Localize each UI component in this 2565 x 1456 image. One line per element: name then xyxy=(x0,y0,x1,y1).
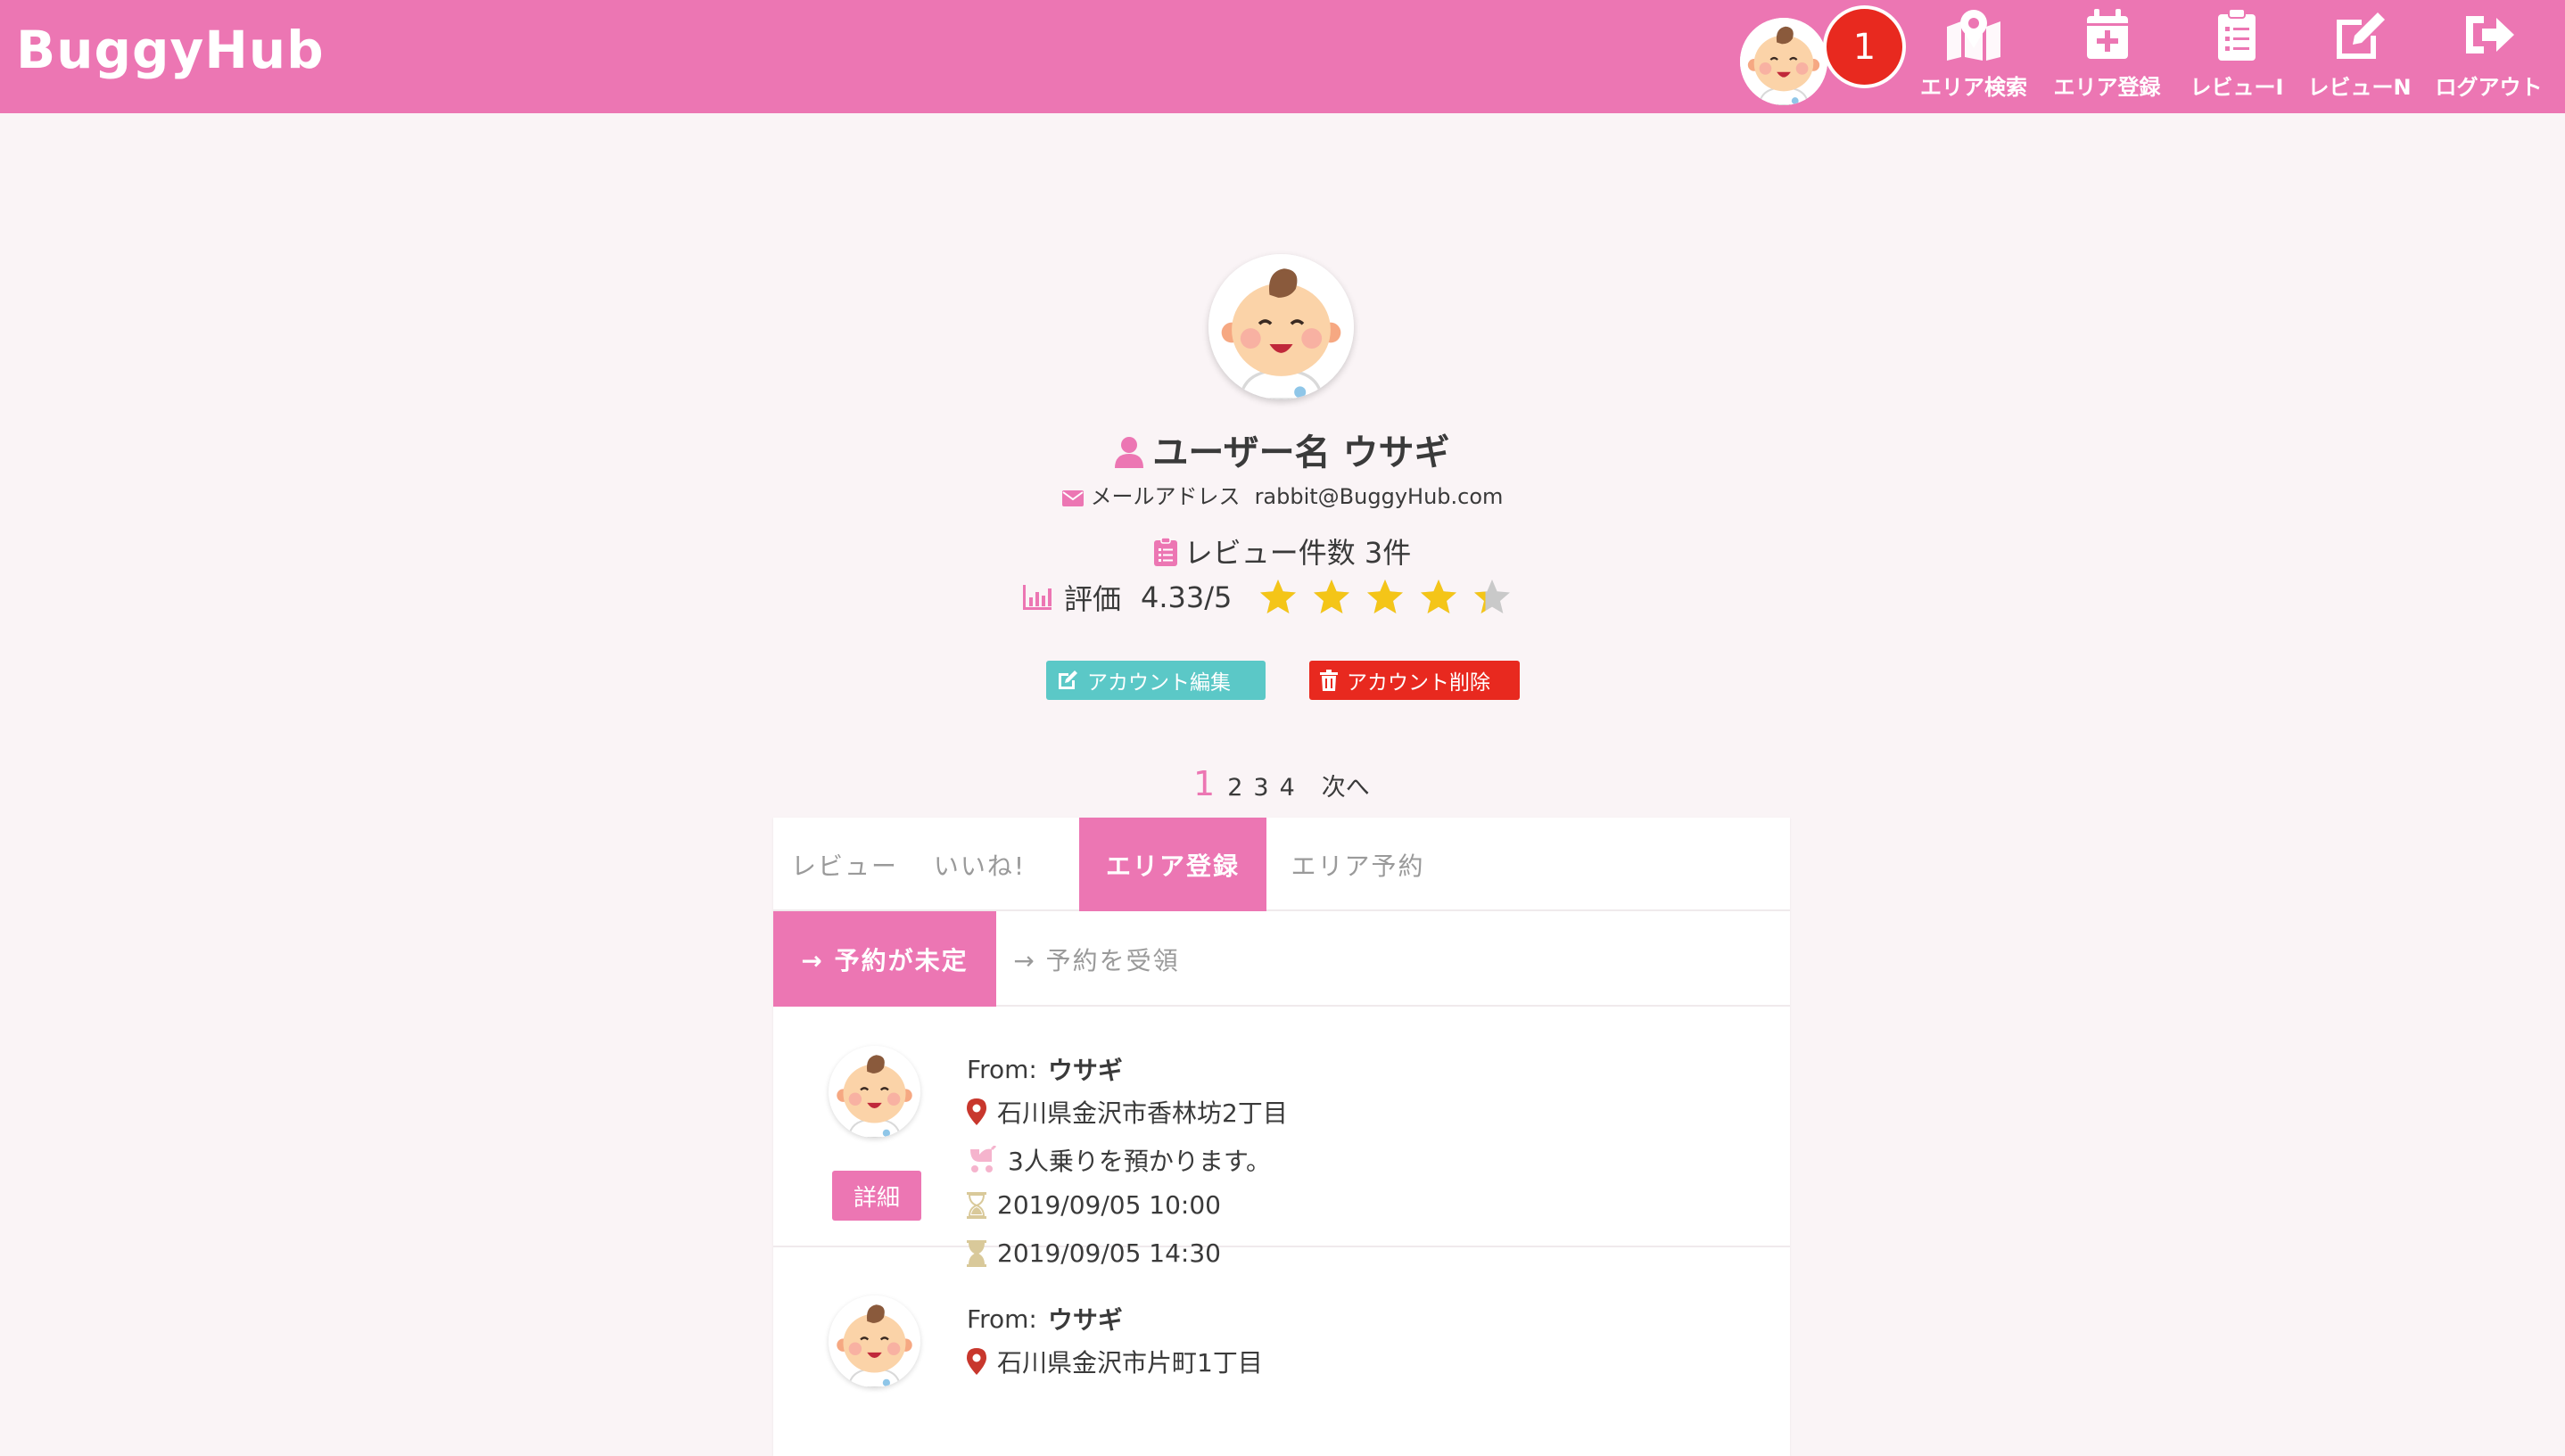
nav-label: エリア登録 xyxy=(2053,75,2161,100)
from-name: ウサギ xyxy=(1047,1056,1123,1085)
trash-icon xyxy=(1320,670,1338,691)
activity-panel: レビュー いいね! エリア登録 エリア予約 → 予約が未定 → 予約を受領 詳細… xyxy=(773,818,1790,1456)
user-name-text: ユーザー名 ウサギ xyxy=(1152,432,1450,473)
pagination: 1 2 3 4 次へ xyxy=(1193,764,1381,803)
from-name: ウサギ xyxy=(1047,1305,1123,1335)
from-line: From: ウサギ xyxy=(967,1051,1123,1087)
reservation-card: 詳細 From: ウサギ 石川県金沢市香林坊2丁目 3人乗りを預かります。 20… xyxy=(773,1007,1790,1268)
address-text: 石川県金沢市片町1丁目 xyxy=(997,1348,1263,1378)
nav-logout[interactable]: ログアウト xyxy=(2429,9,2549,107)
map-pin-icon xyxy=(967,1098,986,1125)
tab-reviews[interactable]: レビュー xyxy=(773,818,916,911)
address-text: 石川県金沢市香林坊2丁目 xyxy=(997,1098,1288,1128)
page-current[interactable]: 1 xyxy=(1193,764,1215,803)
top-navbar: BuggyHub 1 エリア検索 エリア登録 レビューI レビューN ログアウト xyxy=(0,0,2565,113)
sender-avatar xyxy=(829,1046,920,1138)
star-icon xyxy=(1260,580,1297,613)
email-row: メールアドレス rabbit@BuggyHub.com xyxy=(0,479,2565,510)
subtab-received[interactable]: → 予約を受領 xyxy=(996,911,1197,1007)
from-label: From: xyxy=(967,1304,1037,1334)
app-logo[interactable]: BuggyHub xyxy=(16,20,325,80)
bar-chart-icon xyxy=(1023,585,1052,610)
edit-account-button[interactable]: アカウント編集 xyxy=(1046,661,1266,700)
map-marker-icon xyxy=(1947,10,2000,61)
star-icon xyxy=(1474,580,1511,613)
reservation-card: From: ウサギ 石川県金沢市片町1丁目 xyxy=(773,1249,1790,1456)
start-time: 2019/09/05 10:00 xyxy=(997,1190,1221,1220)
notification-badge[interactable]: 1 xyxy=(1823,5,1906,88)
address-line: 石川県金沢市香林坊2丁目 xyxy=(967,1094,1288,1130)
nav-area-register[interactable]: エリア登録 xyxy=(2047,9,2167,107)
nav-label: レビューI xyxy=(2190,75,2284,100)
review-count: レビュー件数 3件 xyxy=(0,531,2565,572)
tab-area-reserve[interactable]: エリア予約 xyxy=(1266,818,1449,911)
nav-area-search[interactable]: エリア検索 xyxy=(1916,9,2032,107)
subtab-pending[interactable]: → 予約が未定 xyxy=(773,911,996,1007)
edit-icon xyxy=(1059,670,1077,689)
clipboard-list-icon xyxy=(1153,537,1177,566)
from-line: From: ウサギ xyxy=(967,1301,1123,1337)
sign-out-icon xyxy=(2465,16,2514,53)
page-link[interactable]: 4 xyxy=(1280,774,1295,802)
profile-avatar xyxy=(1208,254,1354,399)
subtab-bar: → 予約が未定 → 予約を受領 xyxy=(773,911,1790,1007)
nav-review-n[interactable]: レビューN xyxy=(2304,9,2415,107)
start-time-line: 2019/09/05 10:00 xyxy=(967,1190,1221,1220)
from-label: From: xyxy=(967,1054,1037,1084)
stroller-icon xyxy=(970,1146,997,1172)
page-link[interactable]: 3 xyxy=(1253,774,1268,802)
map-pin-icon xyxy=(967,1348,986,1375)
edit-icon xyxy=(2336,12,2385,59)
rating-label: 評価 xyxy=(1064,582,1122,616)
review-count-text: レビュー件数 3件 xyxy=(1184,536,1412,570)
user-icon xyxy=(1115,437,1144,468)
star-icon xyxy=(1314,580,1350,613)
edit-account-label: アカウント編集 xyxy=(1087,671,1231,695)
envelope-icon xyxy=(1061,490,1084,506)
star-rating xyxy=(1258,578,1512,617)
tab-bar: レビュー いいね! エリア登録 エリア予約 xyxy=(773,818,1790,911)
page-next[interactable]: 次へ xyxy=(1322,768,1370,802)
user-name: ユーザー名 ウサギ xyxy=(0,424,2565,475)
rating-row: 評価 4.33/5 xyxy=(1023,571,1512,624)
star-icon xyxy=(1367,580,1404,613)
tab-area-register[interactable]: エリア登録 xyxy=(1079,818,1266,911)
delete-account-label: アカウント削除 xyxy=(1347,671,1490,695)
nav-label: レビューN xyxy=(2307,75,2412,100)
rating-value: 4.33/5 xyxy=(1141,580,1233,614)
address-line: 石川県金沢市片町1丁目 xyxy=(967,1344,1263,1379)
note-line: 3人乗りを預かります。 xyxy=(967,1142,1271,1178)
user-avatar[interactable] xyxy=(1740,18,1827,105)
page-link[interactable]: 2 xyxy=(1227,774,1242,802)
star-icon xyxy=(1421,580,1457,613)
calendar-plus-icon xyxy=(2086,9,2128,59)
sender-avatar xyxy=(829,1296,920,1387)
nav-label: ログアウト xyxy=(2435,75,2543,100)
email-label: メールアドレス xyxy=(1090,484,1241,509)
note-text: 3人乗りを預かります。 xyxy=(1008,1147,1272,1176)
email-address: rabbit@BuggyHub.com xyxy=(1254,484,1504,509)
tab-likes[interactable]: いいね! xyxy=(916,818,1043,911)
detail-button[interactable]: 詳細 xyxy=(832,1171,921,1221)
nav-review-i[interactable]: レビューI xyxy=(2183,9,2290,107)
delete-account-button[interactable]: アカウント削除 xyxy=(1309,661,1520,700)
clipboard-list-icon xyxy=(2218,9,2256,61)
hourglass-start-icon xyxy=(967,1191,986,1219)
nav-label: エリア検索 xyxy=(1920,75,2027,100)
